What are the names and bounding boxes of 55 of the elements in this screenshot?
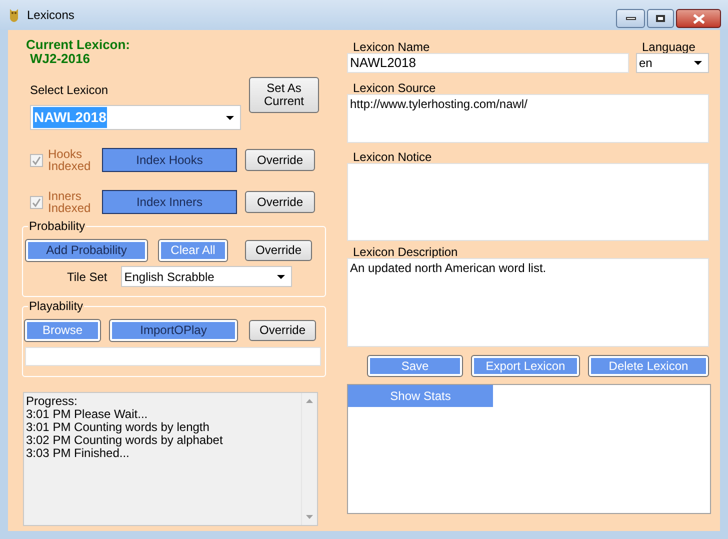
import-button[interactable]: ImportOPlay [110,320,237,341]
override-button[interactable]: Override [245,240,312,261]
lexicon-dropdown[interactable]: NAWL2018 [30,105,241,130]
save-button[interactable]: Save [368,356,462,376]
browse-button[interactable]: Browse [25,320,100,341]
field-label: Lexicon Notice [353,151,432,163]
override-button[interactable]: Override [249,320,316,341]
tile-set-dropdown[interactable]: English Scrabble [121,266,292,287]
index-button[interactable]: Index Inners [102,190,237,214]
combo-value: English Scrabble [124,268,214,286]
override-button[interactable]: Override [245,191,315,213]
export-button[interactable]: Export Lexicon [472,356,579,376]
current-lexicon-value: WJ2-2016 [30,52,90,66]
file-path-field[interactable] [25,347,321,366]
group-title: Playability [28,299,84,313]
current-lexicon-label: Current Lexicon: [26,38,130,52]
override-button[interactable]: Override [245,149,315,171]
log-line: Progress: [26,395,78,408]
log-line: 3:03 PM Finished... [26,447,130,460]
lexicon-notice-field[interactable] [347,163,709,241]
set-as-current-button[interactable]: Set As Current [249,77,319,113]
scroll-up-icon[interactable] [306,399,313,403]
field-label: Lexicon Source [353,82,436,94]
dropdown-arrow-icon [226,116,234,120]
tile-set-label: Tile Set [67,268,108,286]
dropdown-arrow-icon [694,61,702,65]
close-icon [692,14,704,24]
log-line: 3:01 PM Please Wait... [26,408,148,421]
combo-value: en [639,55,652,72]
minimize-button[interactable] [616,9,645,28]
dropdown-arrow-icon [277,274,286,278]
language-dropdown[interactable]: en [636,53,709,73]
maximize-button[interactable] [647,9,674,28]
lexicon-name-field[interactable]: NAWL2018 [347,53,629,73]
add-probability-button[interactable]: Add Probability [26,240,147,261]
field-label: Lexicon Description [353,246,458,258]
checkbox-label: Inners Indexed [48,190,92,214]
select-lexicon-label: Select Lexicon [30,83,108,97]
combo-value: NAWL2018 [33,107,108,128]
field-label: Language [642,41,696,53]
delete-button[interactable]: Delete Lexicon [589,356,708,376]
log-line: 3:01 PM Counting words by length [26,421,210,434]
index-button[interactable]: Index Hooks [102,148,237,172]
log-line: 3:02 PM Counting words by alphabet [26,434,223,447]
field-label: Lexicon Name [353,41,430,53]
group-title: Probability [28,219,86,233]
clear-all-button[interactable]: Clear All [159,240,227,261]
show-stats-button[interactable]: Show Stats [348,385,493,407]
lexicon-description-field[interactable]: An updated north American word list. [347,258,709,347]
checkbox-label: Hooks Indexed [48,148,92,172]
owl-icon [9,8,19,22]
window-title: Lexicons [27,7,74,24]
close-button[interactable] [676,9,721,28]
scroll-down-icon[interactable] [306,515,313,519]
lexicon-source-field[interactable]: http://www.tylerhosting.com/nawl/ [347,94,709,143]
